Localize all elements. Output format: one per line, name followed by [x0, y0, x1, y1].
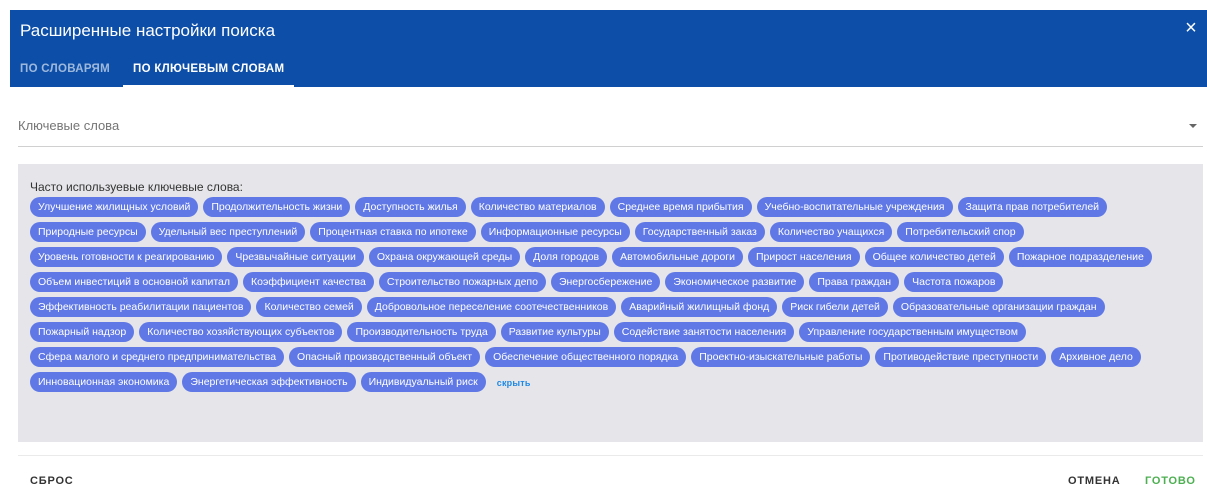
keyword-chip[interactable]: Доступность жилья [355, 197, 466, 217]
keyword-chip[interactable]: Частота пожаров [904, 272, 1004, 292]
keyword-chip[interactable]: Информационные ресурсы [480, 222, 630, 242]
keyword-chip[interactable]: Удельный вес преступлений [150, 222, 306, 242]
keyword-chip[interactable]: Инновационная экономика [30, 372, 178, 392]
keyword-chip[interactable]: Развитие культуры [500, 322, 609, 342]
dialog-header: Расширенные настройки поиска × ПО СЛОВАР… [10, 10, 1207, 87]
keyword-chip[interactable]: Охрана окружающей среды [368, 247, 521, 267]
close-icon[interactable]: × [1181, 18, 1201, 38]
keyword-chip[interactable]: Обеспечение общественного порядка [485, 347, 687, 367]
keyword-chip[interactable]: Природные ресурсы [30, 222, 146, 242]
keyword-chip[interactable]: Количество материалов [470, 197, 605, 217]
keyword-chip[interactable]: Опасный производственный объект [289, 347, 481, 367]
keyword-chip[interactable]: Содействие занятости населения [613, 322, 795, 342]
keyword-chip[interactable]: Архивное дело [1051, 347, 1141, 367]
keyword-chip[interactable]: Энергетическая эффективность [182, 372, 356, 392]
keyword-chip[interactable]: Количество семей [256, 297, 362, 317]
chevron-down-icon[interactable] [1189, 124, 1197, 128]
keyword-chip[interactable]: Количество хозяйствующих субъектов [139, 322, 343, 342]
dialog-title: Расширенные настройки поиска [20, 21, 276, 40]
keywords-select[interactable]: Ключевые слова [18, 108, 1203, 147]
keyword-chip[interactable]: Производительность труда [347, 322, 496, 342]
keyword-chip[interactable]: Улучшение жилищных условий [30, 197, 199, 217]
keyword-chip[interactable]: Индивидуальный риск [360, 372, 486, 392]
keyword-chip[interactable]: Государственный заказ [634, 222, 765, 242]
tab-keywords[interactable]: ПО КЛЮЧЕВЫМ СЛОВАМ [123, 56, 295, 87]
keyword-chip[interactable]: Процентная ставка по ипотеке [310, 222, 476, 242]
keyword-chip[interactable]: Автомобильные дороги [612, 247, 743, 267]
keyword-chip[interactable]: Объем инвестиций в основной капитал [30, 272, 239, 292]
footer-divider [18, 455, 1203, 456]
tab-dictionaries[interactable]: ПО СЛОВАРЯМ [10, 56, 120, 87]
keyword-chip[interactable]: Общее количество детей [864, 247, 1004, 267]
keyword-chip[interactable]: Среднее время прибытия [609, 197, 752, 217]
keyword-chip[interactable]: Коэффициент качества [243, 272, 374, 292]
hide-link[interactable]: скрыть [497, 378, 531, 388]
done-button[interactable]: ГОТОВО [1145, 474, 1196, 488]
keyword-chip[interactable]: Учебно-воспитательные учреждения [756, 197, 953, 217]
keyword-chip[interactable]: Сфера малого и среднего предпринимательс… [30, 347, 285, 367]
keyword-chip[interactable]: Права граждан [809, 272, 900, 292]
keyword-chip[interactable]: Экономическое развитие [665, 272, 805, 292]
keyword-chip[interactable]: Строительство пожарных депо [378, 272, 546, 292]
keyword-chips: Улучшение жилищных условий Продолжительно… [30, 195, 1193, 395]
reset-button[interactable]: СБРОС [30, 474, 74, 488]
keyword-chip[interactable]: Противодействие преступности [875, 347, 1047, 367]
keyword-chip[interactable]: Аварийный жилищный фонд [621, 297, 778, 317]
keyword-chip[interactable]: Прирост населения [748, 247, 860, 267]
keyword-chip[interactable]: Потребительский спор [897, 222, 1024, 242]
keyword-chip[interactable]: Количество учащихся [769, 222, 893, 242]
keyword-chip[interactable]: Пожарное подразделение [1008, 247, 1152, 267]
keyword-chip[interactable]: Защита прав потребителей [957, 197, 1108, 217]
keyword-chip[interactable]: Проектно-изыскательные работы [691, 347, 871, 367]
keyword-chip[interactable]: Добровольное переселение соотечественник… [366, 297, 617, 317]
frequent-keywords-panel: Часто используевые ключевые слова: Улучш… [18, 164, 1203, 442]
keyword-chip[interactable]: Риск гибели детей [782, 297, 888, 317]
cancel-button[interactable]: ОТМЕНА [1068, 474, 1120, 488]
tabs: ПО СЛОВАРЯМ ПО КЛЮЧЕВЫМ СЛОВАМ [10, 56, 295, 87]
keyword-chip[interactable]: Пожарный надзор [30, 322, 135, 342]
keywords-placeholder: Ключевые слова [18, 118, 120, 133]
keyword-chip[interactable]: Уровень готовности к реагированию [30, 247, 223, 267]
keyword-chip[interactable]: Эффективность реабилитации пациентов [30, 297, 252, 317]
frequent-keywords-label: Часто используевые ключевые слова: [30, 180, 243, 194]
keyword-chip[interactable]: Продолжительность жизни [203, 197, 351, 217]
keyword-chip[interactable]: Энергосбережение [550, 272, 661, 292]
keyword-chip[interactable]: Чрезвычайные ситуации [227, 247, 364, 267]
keyword-chip[interactable]: Образовательные организации граждан [892, 297, 1105, 317]
keyword-chip[interactable]: Управление государственным имуществом [799, 322, 1026, 342]
keyword-chip[interactable]: Доля городов [525, 247, 608, 267]
